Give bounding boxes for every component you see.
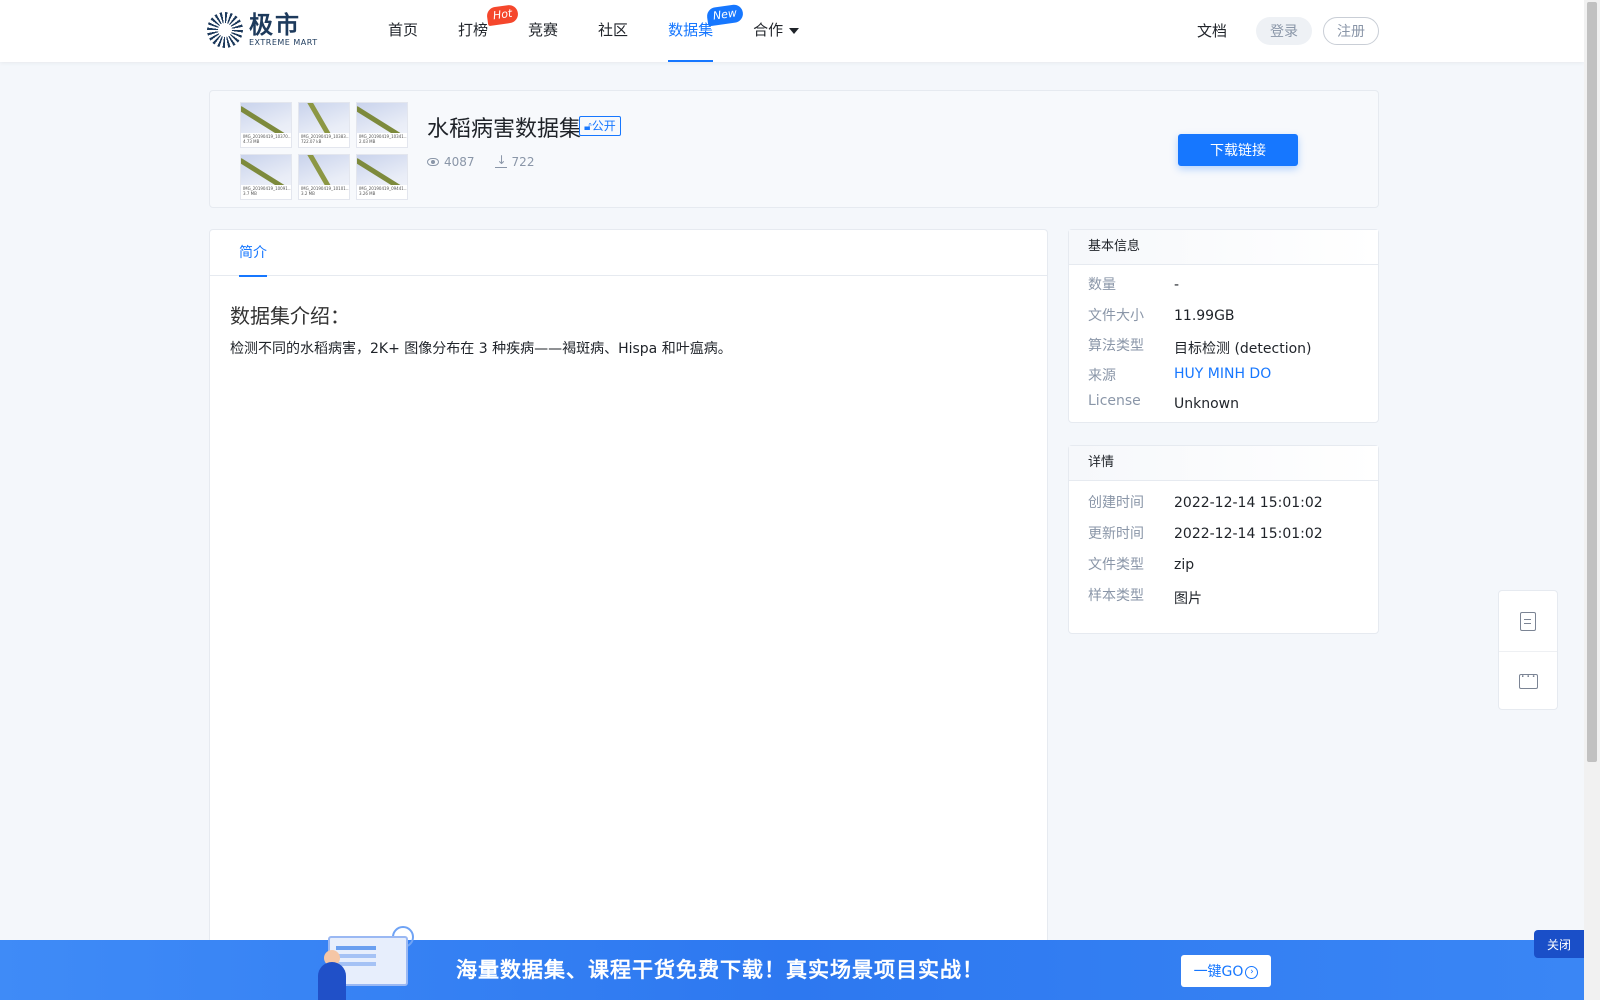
dataset-stats: 4087 722 — [427, 153, 554, 169]
chat-icon — [1518, 669, 1538, 689]
banner-illustration — [316, 926, 414, 1000]
top-header: 极市 EXTREME MART 首页 打榜 Hot 竞赛 社区 数据集 New … — [0, 0, 1584, 62]
nav-item-cooperation[interactable]: 合作 — [753, 0, 800, 62]
downloads-stat: 722 — [494, 153, 534, 169]
thumbnail[interactable]: IMG_20190419_09441... 3.26 MB — [356, 154, 408, 200]
arrow-right-icon: › — [1245, 965, 1259, 979]
eye-icon — [427, 158, 439, 166]
thumbnail[interactable]: IMG_20190419_10341... 2.03 MB — [356, 102, 408, 148]
promo-banner: 海量数据集、课程干货免费下载！真实场景项目实战！ 一键GO › 关闭 — [0, 926, 1584, 1000]
logo-mark-icon — [207, 12, 243, 48]
notes-button[interactable] — [1499, 591, 1557, 651]
chevron-down-icon — [789, 27, 800, 34]
info-row-file-type: 文件类型 zip — [1088, 557, 1195, 573]
banner-text: 海量数据集、课程干货免费下载！真实场景项目实战！ — [456, 957, 984, 982]
info-row-count: 数量 - — [1088, 277, 1180, 293]
tab-bar: 简介 — [210, 230, 1047, 277]
scrollbar-thumb[interactable] — [1587, 2, 1597, 762]
details-title: 详情 — [1069, 446, 1378, 481]
intro-heading: 数据集介绍： — [230, 304, 350, 328]
basic-info-title: 基本信息 — [1069, 230, 1378, 265]
thumbnail[interactable]: IMG_20190419_10383... 722.07 kB — [298, 102, 350, 148]
nav-item-home[interactable]: 首页 — [388, 0, 418, 62]
nav-item-leaderboard[interactable]: 打榜 Hot — [458, 0, 520, 62]
basic-info-card: 基本信息 数量 - 文件大小 11.99GB 算法类型 目标检测 (detect… — [1068, 229, 1379, 423]
new-badge: New — [706, 3, 745, 27]
lock-icon: 🔓︎ — [584, 119, 592, 133]
info-row-source: 来源 HUY MINH DO — [1088, 365, 1272, 385]
main-nav: 首页 打榜 Hot 竞赛 社区 数据集 New 合作 — [388, 0, 839, 62]
logo-text-en: EXTREME MART — [249, 38, 318, 47]
info-row-license: License Unknown — [1088, 393, 1239, 412]
info-row-created: 创建时间 2022-12-14 15:01:02 — [1088, 495, 1323, 511]
login-button[interactable]: 登录 — [1256, 17, 1312, 45]
info-row-algorithm: 算法类型 目标检测 (detection) — [1088, 338, 1312, 357]
thumbnail[interactable]: IMG_20190419_10091... 3.7 MB — [240, 154, 292, 200]
info-row-file-size: 文件大小 11.99GB — [1088, 308, 1235, 324]
download-link-button[interactable]: 下载链接 — [1178, 134, 1298, 166]
nav-item-community[interactable]: 社区 — [598, 0, 628, 62]
page-scrollbar[interactable] — [1584, 0, 1600, 1000]
thumbnail[interactable]: IMG_20190419_10370... 4.73 MB — [240, 102, 292, 148]
nav-item-competition[interactable]: 竞赛 — [528, 0, 558, 62]
thumbnail[interactable]: IMG_20190419_10101... 3.2 MB — [298, 154, 350, 200]
note-icon — [1520, 611, 1536, 631]
details-card: 详情 创建时间 2022-12-14 15:01:02 更新时间 2022-12… — [1068, 445, 1379, 634]
info-row-updated: 更新时间 2022-12-14 15:01:02 — [1088, 526, 1323, 542]
tab-intro[interactable]: 简介 — [239, 230, 267, 277]
register-button[interactable]: 注册 — [1323, 17, 1379, 45]
nav-item-datasets[interactable]: 数据集 New — [668, 0, 745, 62]
source-link[interactable]: HUY MINH DO — [1174, 365, 1271, 385]
floating-toolbar — [1498, 590, 1558, 710]
logo-text-cn: 极市 — [249, 11, 301, 39]
visibility-badge: 🔓︎公开 — [579, 116, 621, 136]
feedback-button[interactable] — [1499, 651, 1557, 711]
intro-text: 检测不同的水稻病害，2K+ 图像分布在 3 种疾病——褐斑病、Hispa 和叶瘟… — [230, 341, 732, 357]
intro-panel: 简介 数据集介绍： 检测不同的水稻病害，2K+ 图像分布在 3 种疾病——褐斑病… — [209, 229, 1048, 1000]
thumbnail-grid: IMG_20190419_10370... 4.73 MB IMG_2019041… — [240, 102, 408, 200]
info-row-sample-type: 样本类型 图片 — [1088, 588, 1202, 607]
views-stat: 4087 — [427, 155, 475, 169]
dataset-title: 水稻病害数据集 — [427, 117, 582, 142]
docs-link[interactable]: 文档 — [1197, 20, 1227, 41]
go-button[interactable]: 一键GO › — [1181, 955, 1271, 987]
logo[interactable]: 极市 EXTREME MART — [207, 12, 318, 48]
banner-close-button[interactable]: 关闭 — [1534, 930, 1584, 958]
hot-badge: Hot — [485, 3, 520, 27]
dataset-header-card: IMG_20190419_10370... 4.73 MB IMG_2019041… — [209, 90, 1379, 208]
download-icon — [494, 153, 507, 168]
